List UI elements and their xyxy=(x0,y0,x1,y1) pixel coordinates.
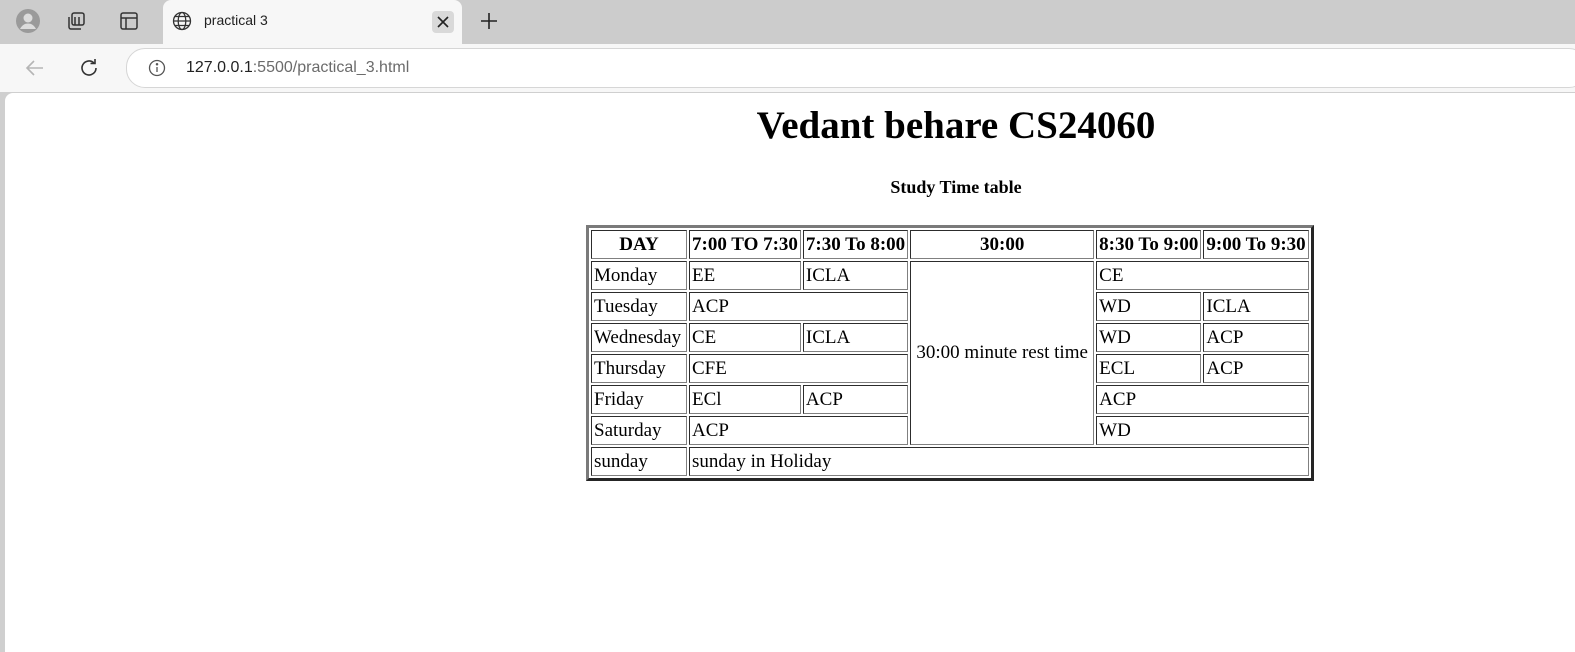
slot-cell: ECL xyxy=(1096,354,1202,383)
slot-cell: ICLA xyxy=(802,261,909,290)
slot-cell: CFE xyxy=(689,354,909,383)
globe-icon xyxy=(171,10,193,32)
info-icon[interactable] xyxy=(147,58,167,78)
day-cell: Friday xyxy=(591,385,687,414)
active-tab[interactable]: practical 3 xyxy=(163,0,462,44)
header-cell: 8:30 To 9:00 xyxy=(1096,230,1202,259)
slot-cell: ICLA xyxy=(802,323,909,352)
tab-strip: practical 3 xyxy=(0,0,1575,44)
slot-cell: EE xyxy=(689,261,801,290)
slot-cell: ACP xyxy=(689,292,909,321)
slot-cell: ACP xyxy=(1203,354,1309,383)
url-text[interactable]: 127.0.0.1:5500/practical_3.html xyxy=(186,59,409,77)
header-cell: 7:30 To 8:00 xyxy=(802,230,909,259)
holiday-cell: sunday in Holiday xyxy=(689,447,1309,476)
slot-cell: WD xyxy=(1096,292,1202,321)
header-cell: 30:00 xyxy=(910,230,1095,259)
page-viewport: Vedant behare CS24060 Study Time table D… xyxy=(5,93,1575,652)
day-cell: sunday xyxy=(591,447,687,476)
slot-cell: WD xyxy=(1096,323,1202,352)
day-cell: Thursday xyxy=(591,354,687,383)
day-cell: Saturday xyxy=(591,416,687,445)
table-row: Monday EE ICLA 30:00 minute rest time CE xyxy=(591,261,1309,445)
slot-cell: ACP xyxy=(1203,323,1309,352)
profile-avatar-icon[interactable] xyxy=(14,7,42,35)
url-host: 127.0.0.1 xyxy=(186,59,253,76)
rest-time-cell: 30:00 minute rest time xyxy=(910,261,1095,445)
url-path: :5500/practical_3.html xyxy=(252,59,410,76)
slot-cell: ECl xyxy=(689,385,801,414)
tab-title: practical 3 xyxy=(204,12,268,28)
header-cell: 7:00 TO 7:30 xyxy=(689,230,801,259)
slot-cell: WD xyxy=(1096,416,1309,445)
day-cell: Monday xyxy=(591,261,687,290)
header-row: DAY 7:00 TO 7:30 7:30 To 8:00 30:00 8:30… xyxy=(591,230,1309,259)
browser-toolbar: 127.0.0.1:5500/practical_3.html xyxy=(0,44,1575,92)
day-cell: Wednesday xyxy=(591,323,687,352)
header-cell: 9:00 To 9:30 xyxy=(1203,230,1309,259)
header-cell: DAY xyxy=(591,230,687,259)
slot-cell: CE xyxy=(1096,261,1309,290)
table-caption: Study Time table xyxy=(890,177,1022,197)
slot-cell: CE xyxy=(689,323,801,352)
slot-cell: ACP xyxy=(802,385,909,414)
new-tab-icon[interactable] xyxy=(475,7,503,35)
tab-actions-icon[interactable] xyxy=(115,7,143,35)
slot-cell: ICLA xyxy=(1203,292,1309,321)
table-row: sunday sunday in Holiday xyxy=(591,447,1309,476)
close-tab-icon[interactable] xyxy=(432,11,454,33)
refresh-icon[interactable] xyxy=(75,54,103,82)
address-bar[interactable]: 127.0.0.1:5500/practical_3.html xyxy=(126,48,1575,88)
slot-cell: ACP xyxy=(689,416,909,445)
back-arrow-icon[interactable] xyxy=(21,54,49,82)
slot-cell: ACP xyxy=(1096,385,1309,414)
day-cell: Tuesday xyxy=(591,292,687,321)
page-heading: Vedant behare CS24060 xyxy=(756,104,1156,147)
study-timetable: DAY 7:00 TO 7:30 7:30 To 8:00 30:00 8:30… xyxy=(586,225,1314,481)
collections-icon[interactable] xyxy=(63,7,91,35)
